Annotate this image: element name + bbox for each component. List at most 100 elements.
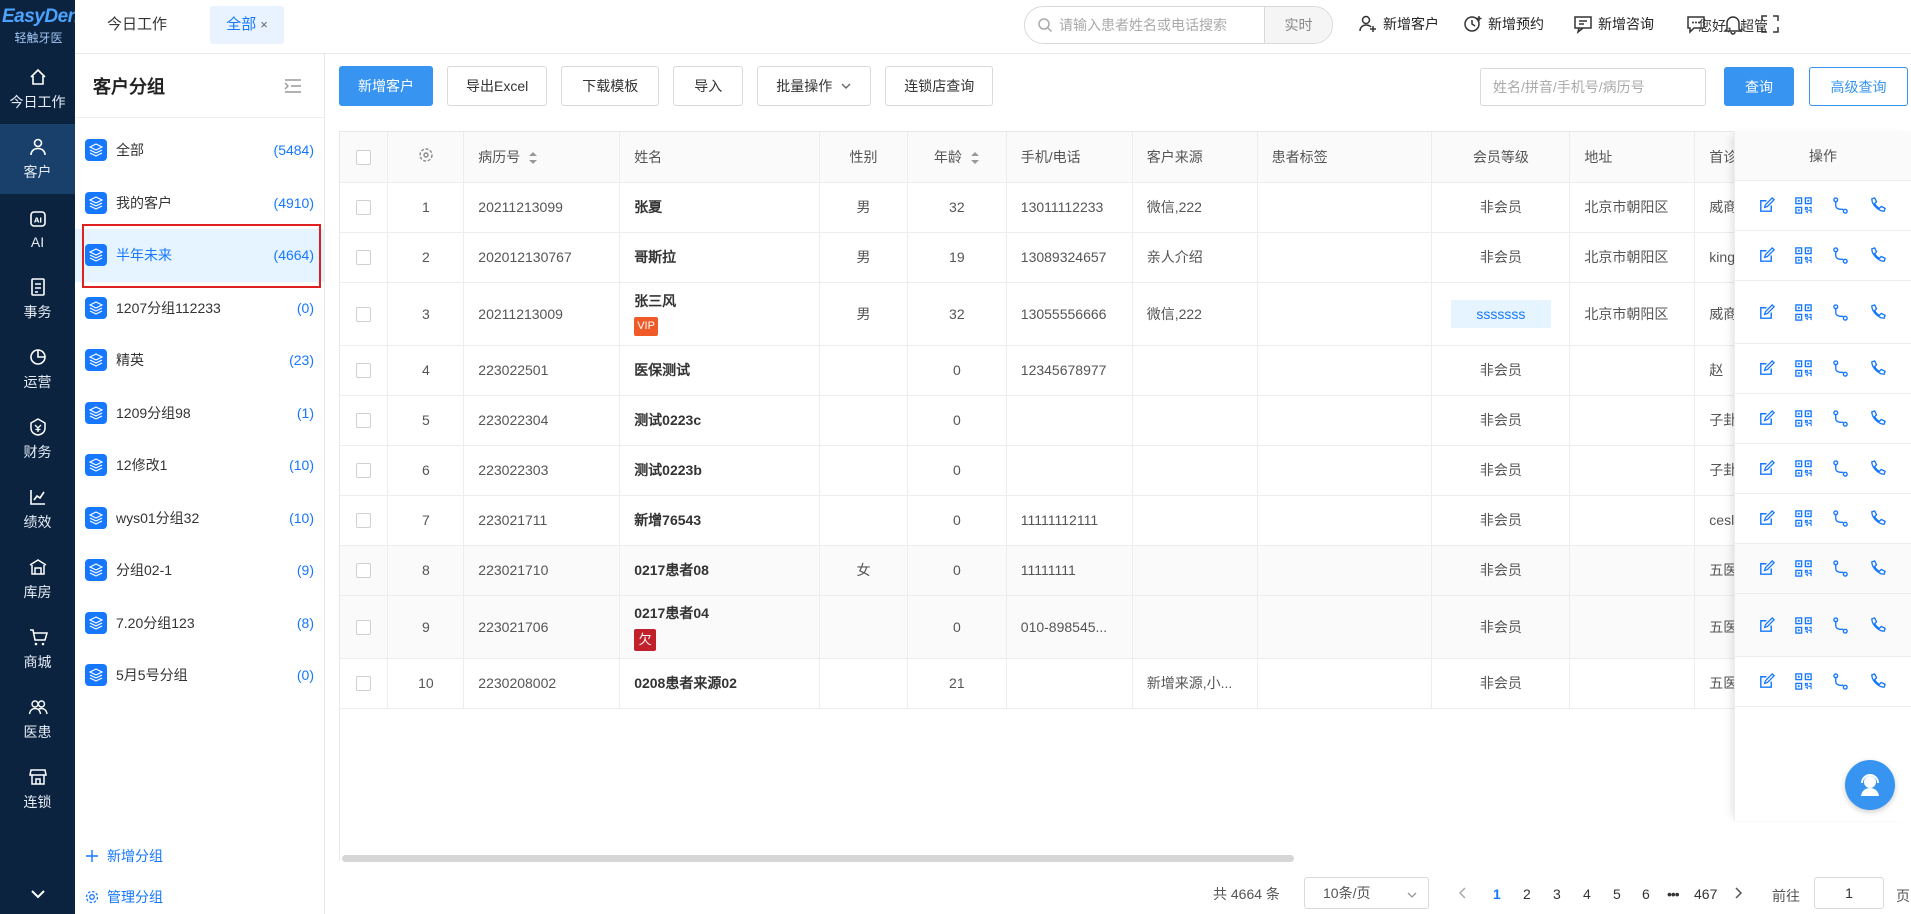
col-header-age[interactable]: 年龄 — [907, 132, 1007, 183]
row-checkbox[interactable] — [356, 250, 372, 266]
row-checkbox[interactable] — [356, 200, 372, 216]
add-consult-button[interactable]: 新增咨询 — [1573, 14, 1654, 34]
table-row[interactable]: 4 223022501 医保测试 0 12345678977 非会员赵 — [340, 345, 1911, 396]
edit-icon[interactable] — [1757, 616, 1776, 635]
table-row[interactable]: 2 202012130767 哥斯拉男 19 13089324657 亲人介绍 非会员 北京市… — [340, 232, 1911, 283]
add-group-button[interactable]: 新增分组 — [75, 846, 325, 866]
table-row[interactable]: 1 20211213099 张夏男 32 13011112233 微信,222 非会员 北京市… — [340, 182, 1911, 233]
add-customer-top-button[interactable]: 新增客户 — [1358, 14, 1439, 34]
nav-item-7[interactable]: 库房 — [0, 544, 75, 614]
patient-name[interactable]: 测试0223b — [634, 460, 818, 480]
group-item[interactable]: 12修改1 (10) — [75, 439, 324, 492]
patient-name[interactable]: 测试0223c — [634, 410, 818, 430]
export-excel-button[interactable]: 导出Excel — [447, 66, 548, 106]
table-row[interactable]: 3 20211213009 张三风 VIP 男 32 13055556666 微信,222 ss… — [340, 282, 1911, 346]
edit-icon[interactable] — [1757, 559, 1776, 578]
qrcode-icon[interactable] — [1794, 196, 1813, 215]
sort-icon[interactable] — [970, 151, 980, 165]
query-button[interactable]: 查询 — [1724, 67, 1794, 106]
chain-store-query-button[interactable]: 连锁店查询 — [885, 66, 994, 106]
phone-icon[interactable] — [1868, 616, 1887, 635]
table-row[interactable]: 9 223021706 0217患者04 欠 0 010-898545... 非会员 五医 — [340, 595, 1911, 659]
qrcode-icon[interactable] — [1794, 509, 1813, 528]
group-item[interactable]: 半年未来 (4664) — [75, 224, 324, 288]
manage-group-button[interactable]: 管理分组 — [75, 887, 325, 907]
menu-fold-icon[interactable] — [284, 78, 302, 94]
batch-operation-button[interactable]: 批量操作 — [757, 66, 872, 106]
route-icon[interactable] — [1831, 303, 1850, 322]
prev-page-icon[interactable] — [1458, 886, 1468, 900]
phone-icon[interactable] — [1868, 246, 1887, 265]
group-item[interactable]: 1209分组98 (1) — [75, 387, 324, 440]
group-item[interactable]: 1207分组112233 (0) — [75, 282, 324, 335]
phone-icon[interactable] — [1868, 303, 1887, 322]
phone-icon[interactable] — [1868, 559, 1887, 578]
realtime-toggle[interactable]: 实时 — [1264, 7, 1332, 43]
route-icon[interactable] — [1831, 509, 1850, 528]
row-checkbox[interactable] — [356, 563, 372, 579]
page-ellipsis[interactable]: ••• — [1667, 886, 1680, 902]
row-checkbox[interactable] — [356, 306, 372, 322]
row-checkbox[interactable] — [356, 676, 372, 692]
patient-name[interactable]: 张三风 — [634, 291, 818, 311]
column-settings-icon[interactable] — [418, 147, 434, 163]
nav-item-6[interactable]: 绩效 — [0, 474, 75, 544]
patient-name[interactable]: 哥斯拉 — [634, 247, 818, 267]
col-header-record[interactable]: 病历号 — [463, 132, 621, 183]
sort-icon[interactable] — [528, 151, 538, 165]
patient-name[interactable]: 0217患者04 — [634, 603, 818, 623]
edit-icon[interactable] — [1757, 246, 1776, 265]
phone-icon[interactable] — [1868, 196, 1887, 215]
tab-all[interactable]: 全部 × — [210, 6, 284, 44]
table-row[interactable]: 10 2230208002 0208患者来源02 21 新增来源,小... 非会员 五医 — [340, 658, 1911, 709]
close-icon[interactable]: × — [260, 17, 268, 32]
qrcode-icon[interactable] — [1794, 303, 1813, 322]
group-item[interactable]: 5月5号分组 (0) — [75, 649, 324, 702]
nav-item-4[interactable]: 运营 — [0, 334, 75, 404]
advanced-query-button[interactable]: 高级查询 — [1809, 67, 1908, 106]
edit-icon[interactable] — [1757, 196, 1776, 215]
download-template-button[interactable]: 下载模板 — [561, 66, 660, 106]
edit-icon[interactable] — [1757, 509, 1776, 528]
customer-search-input[interactable] — [1480, 68, 1706, 106]
patient-name[interactable]: 新增76543 — [634, 510, 818, 530]
page-number[interactable]: 1 — [1493, 886, 1501, 902]
row-checkbox[interactable] — [356, 513, 372, 529]
nav-item-8[interactable]: 商城 — [0, 614, 75, 684]
qrcode-icon[interactable] — [1794, 559, 1813, 578]
group-item[interactable]: 全部 (5484) — [75, 124, 324, 177]
qrcode-icon[interactable] — [1794, 616, 1813, 635]
nav-item-0[interactable]: 今日工作 — [0, 54, 75, 124]
nav-item-1[interactable]: 客户 — [0, 124, 75, 194]
group-item[interactable]: wys01分组32 (10) — [75, 492, 324, 545]
brand-logo[interactable]: EasyDent 轻触牙医 — [0, 0, 85, 54]
nav-item-9[interactable]: 医患 — [0, 684, 75, 754]
route-icon[interactable] — [1831, 672, 1850, 691]
group-item[interactable]: 7.20分组123 (8) — [75, 597, 324, 650]
phone-icon[interactable] — [1868, 509, 1887, 528]
phone-icon[interactable] — [1868, 359, 1887, 378]
patient-name[interactable]: 张夏 — [634, 197, 818, 217]
qrcode-icon[interactable] — [1794, 246, 1813, 265]
edit-icon[interactable] — [1757, 672, 1776, 691]
phone-icon[interactable] — [1868, 672, 1887, 691]
qrcode-icon[interactable] — [1794, 409, 1813, 428]
table-row[interactable]: 6 223022303 测试0223b 0 非会员 子卦 — [340, 445, 1911, 496]
route-icon[interactable] — [1831, 196, 1850, 215]
group-item[interactable]: 我的客户 (4910) — [75, 177, 324, 230]
page-number[interactable]: 4 — [1583, 886, 1591, 902]
table-row[interactable]: 5 223022304 测试0223c 0 非会员 子卦 — [340, 395, 1911, 446]
user-greeting[interactable]: 您好，超管 — [1698, 16, 1768, 36]
goto-page-input[interactable]: 1 — [1814, 877, 1884, 909]
patient-name[interactable]: 0208患者来源02 — [634, 673, 818, 693]
group-item[interactable]: 精英 (23) — [75, 334, 324, 387]
select-all-checkbox[interactable] — [356, 150, 372, 166]
tab-today[interactable]: 今日工作 — [107, 6, 167, 44]
route-icon[interactable] — [1831, 359, 1850, 378]
edit-icon[interactable] — [1757, 459, 1776, 478]
customer-service-button[interactable] — [1845, 760, 1895, 810]
table-row[interactable]: 8 223021710 0217患者08 女 0 11111111 非会员 五医 — [340, 545, 1911, 596]
row-checkbox[interactable] — [356, 363, 372, 379]
group-item[interactable]: 分组02-1 (9) — [75, 544, 324, 597]
nav-item-3[interactable]: 事务 — [0, 264, 75, 334]
